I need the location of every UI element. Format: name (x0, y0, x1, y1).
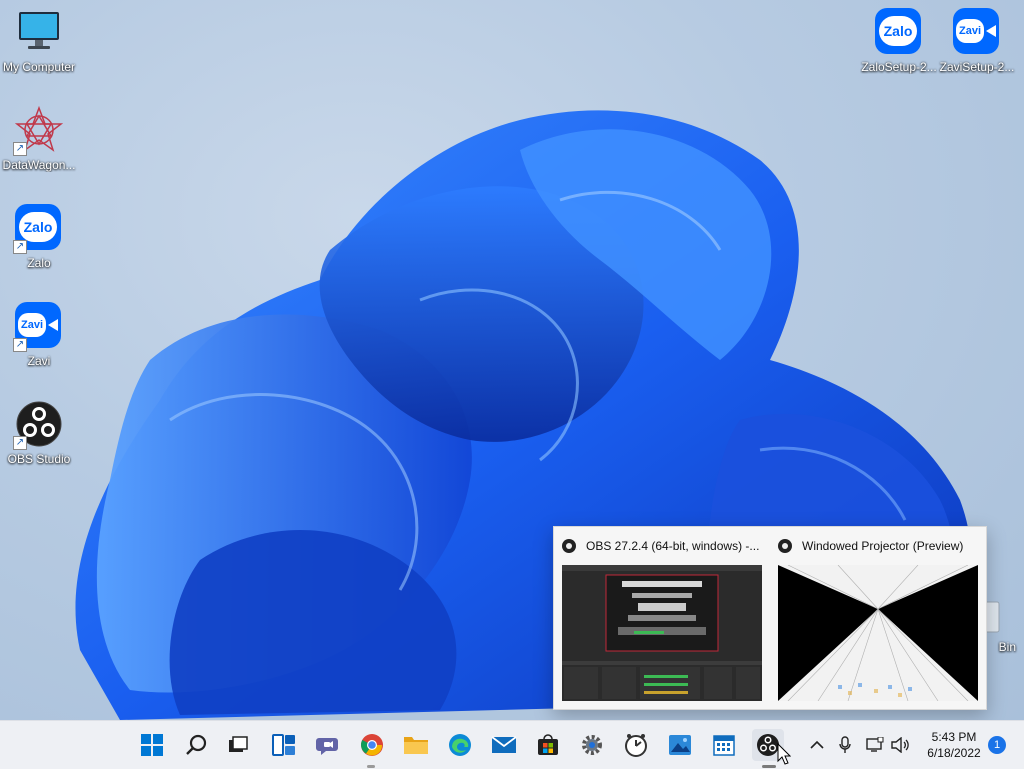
desktop-icon-label: OBS Studio (7, 452, 71, 466)
mail-icon (491, 736, 517, 753)
zavi-logo-text: Zavi (956, 19, 984, 43)
show-hidden-icons-button[interactable] (806, 733, 828, 757)
datawagon-icon: ↗ (13, 105, 64, 156)
chrome-button[interactable] (356, 729, 388, 761)
store-button[interactable] (532, 729, 564, 761)
desktop-icon-label: Zavi (27, 354, 51, 368)
preview-title: Windowed Projector (Preview) (778, 537, 978, 555)
desktop-icon-zalo[interactable]: Zalo ↗ Zalo (0, 204, 78, 270)
task-view-button[interactable] (222, 729, 254, 761)
desktop-icon-label: DataWagon... (2, 158, 76, 172)
file-explorer-icon (404, 737, 428, 754)
desktop-icon-zalosetup[interactable]: Zalo ZaloSetup-2... (860, 8, 938, 74)
desktop-icon-my-computer[interactable]: My Computer (0, 8, 78, 74)
mail-button[interactable] (488, 729, 520, 761)
calendar-button[interactable] (708, 729, 740, 761)
file-explorer-button[interactable] (400, 729, 432, 761)
network-button[interactable] (864, 733, 886, 757)
speaker-icon (891, 737, 909, 753)
clock-time: 5:43 PM (931, 730, 977, 744)
volume-button[interactable] (890, 733, 912, 757)
settings-icon (582, 735, 602, 755)
microphone-icon (839, 736, 851, 753)
zavi-icon: Zavi (953, 8, 1001, 56)
teams-chat-icon (316, 738, 338, 755)
preview-title: OBS 27.2.4 (64-bit, windows) -... (562, 537, 762, 555)
zalo-logo-text: Zalo (19, 212, 57, 242)
preview-thumbnail-obs (562, 565, 762, 701)
desktop-icon-zavisetup[interactable]: Zavi ZaviSetup-2... (938, 8, 1016, 74)
shortcut-arrow-icon: ↗ (13, 436, 27, 450)
zavi-logo-text: Zavi (18, 313, 46, 337)
monitor-icon (15, 8, 63, 56)
preview-thumbnail-projector (778, 565, 978, 701)
zavi-icon: Zavi ↗ (13, 302, 63, 352)
network-icon (866, 737, 884, 752)
clock[interactable]: 5:43 PM 6/18/2022 (918, 729, 990, 761)
preview-window-projector[interactable]: Windowed Projector (Preview) (770, 527, 982, 707)
obs-icon: ↗ (13, 400, 63, 450)
shortcut-arrow-icon: ↗ (13, 142, 27, 156)
chrome-icon (361, 734, 383, 756)
store-icon (538, 734, 558, 755)
teams-chat-button[interactable] (312, 729, 344, 761)
obs-icon (778, 539, 792, 553)
desktop-icon-obs-studio[interactable]: ↗ OBS Studio (0, 400, 78, 466)
taskbar: 5:43 PM 6/18/2022 1 (0, 720, 1024, 769)
settings-button[interactable] (576, 729, 608, 761)
widgets-icon (272, 734, 295, 756)
desktop-icon-label: ZaviSetup-2... (939, 60, 1015, 74)
calendar-icon (713, 735, 735, 756)
shortcut-arrow-icon: ↗ (13, 240, 27, 254)
desktop: My Computer ↗ DataWagon... Zalo ↗ Zalo Z… (0, 0, 1024, 720)
zalo-logo-text: Zalo (879, 16, 917, 46)
desktop-icon-zavi[interactable]: Zavi ↗ Zavi (0, 302, 78, 368)
zalo-icon: Zalo ↗ (13, 204, 63, 254)
task-view-icon (229, 736, 248, 752)
obs-icon (562, 539, 576, 553)
start-button[interactable] (136, 729, 168, 761)
shortcut-arrow-icon: ↗ (13, 338, 27, 352)
clock-app-button[interactable] (620, 729, 652, 761)
mouse-cursor-icon (777, 743, 791, 765)
preview-title-text: OBS 27.2.4 (64-bit, windows) -... (586, 539, 760, 553)
preview-title-text: Windowed Projector (Preview) (802, 539, 964, 553)
preview-window-obs[interactable]: OBS 27.2.4 (64-bit, windows) -... (554, 527, 766, 707)
desktop-icon-label: ZaloSetup-2... (861, 60, 937, 74)
start-icon (141, 734, 163, 756)
edge-button[interactable] (444, 729, 476, 761)
zalo-icon: Zalo (875, 8, 923, 56)
clock-app-icon (625, 734, 647, 757)
photos-icon (669, 735, 691, 755)
search-icon (186, 734, 207, 755)
desktop-icon-label: Zalo (27, 256, 51, 270)
taskbar-thumbnail-preview: OBS 27.2.4 (64-bit, windows) -... Window… (553, 526, 987, 710)
search-button[interactable] (180, 729, 212, 761)
desktop-icon-datawagon[interactable]: ↗ DataWagon... (0, 105, 78, 172)
clock-date: 6/18/2022 (927, 746, 981, 760)
photos-button[interactable] (664, 729, 696, 761)
edge-icon (449, 734, 471, 756)
desktop-icon-label: My Computer (2, 60, 76, 74)
notification-badge[interactable]: 1 (988, 736, 1006, 754)
widgets-button[interactable] (268, 729, 300, 761)
chevron-up-icon (810, 740, 824, 749)
microphone-button[interactable] (834, 733, 856, 757)
